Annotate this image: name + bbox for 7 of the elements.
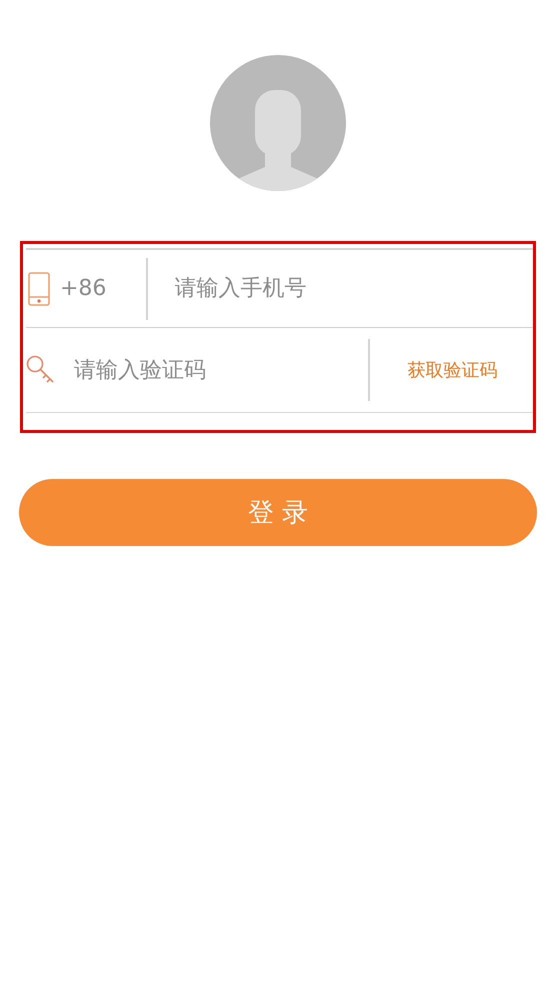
phone-icon: [28, 272, 50, 306]
country-code[interactable]: +86: [60, 276, 146, 301]
code-input-field[interactable]: 请输入验证码: [74, 350, 364, 390]
get-code-button[interactable]: 获取验证码: [402, 354, 504, 386]
login-button[interactable]: 登 录: [19, 479, 537, 546]
phone-input-field[interactable]: 请输入手机号: [174, 268, 533, 308]
key-icon: [26, 355, 56, 385]
